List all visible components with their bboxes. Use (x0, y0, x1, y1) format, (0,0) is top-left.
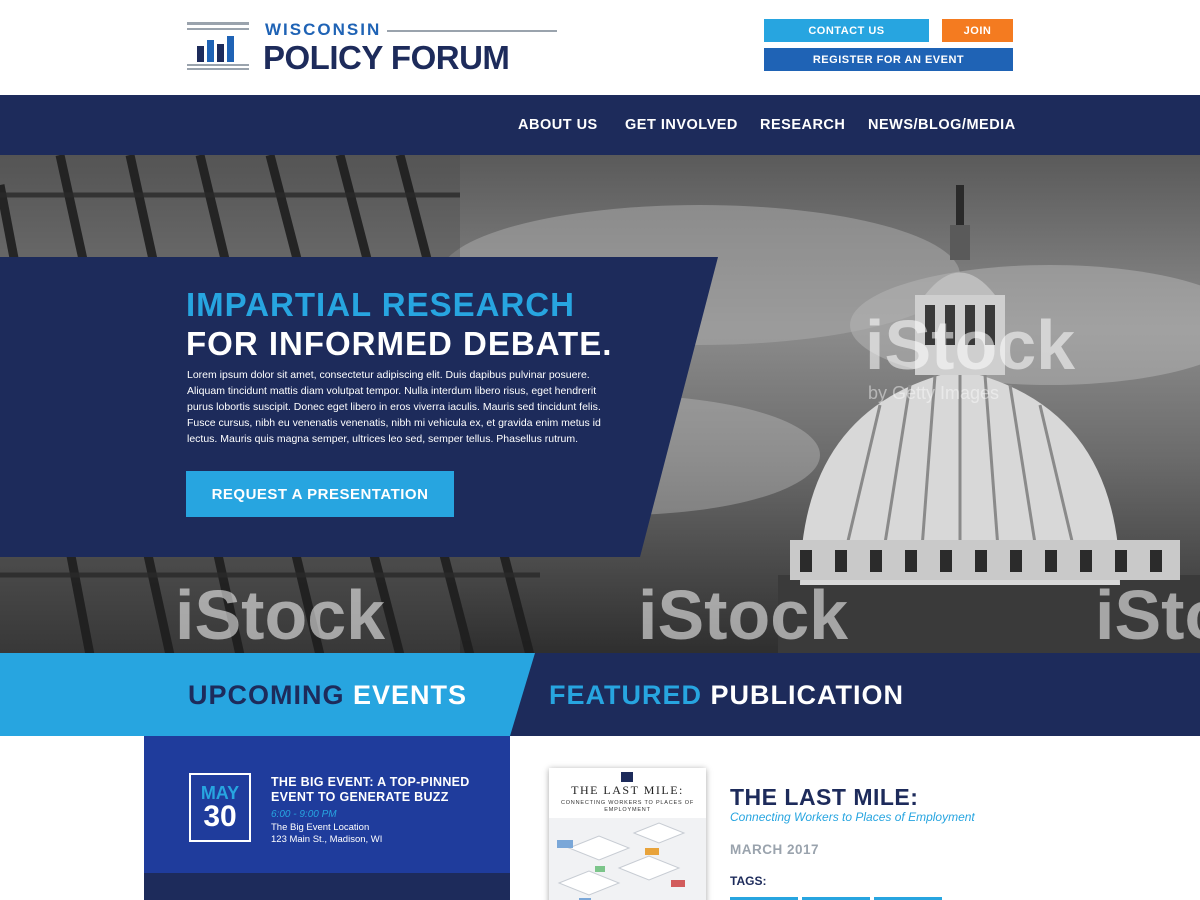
watermark-text: iStock (175, 576, 386, 654)
event-location-name: The Big Event Location (271, 822, 370, 833)
nav-about-us[interactable]: ABOUT US (518, 117, 598, 133)
featured-publication-heading: FEATURED PUBLICATION (549, 680, 904, 711)
upcoming-events-heading: UPCOMING EVENTS (188, 680, 467, 711)
logo-divider (387, 30, 557, 32)
publication-tags-label: TAGS: (730, 874, 767, 888)
watermark-text: iStock (1095, 576, 1200, 654)
event-day: 30 (203, 800, 237, 833)
cover-subtitle: CONNECTING WORKERS TO PLACES OF EMPLOYME… (560, 800, 695, 813)
watermark-text: iStock (865, 306, 1076, 384)
hero-headline-line2: FOR INFORMED DEBATE. (186, 325, 613, 362)
publication-subtitle: Connecting Workers to Places of Employme… (730, 810, 975, 824)
nav-research[interactable]: RESEARCH (760, 117, 845, 133)
hero-headline-line1: IMPARTIAL RESEARCH (186, 286, 575, 323)
events-panel-footer (144, 873, 510, 900)
heading-word-upcoming: UPCOMING (188, 680, 345, 710)
nav-news-blog-media[interactable]: NEWS/BLOG/MEDIA (868, 117, 1016, 133)
main-nav: ABOUT US GET INVOLVED RESEARCH NEWS/BLOG… (0, 95, 1200, 155)
request-presentation-button[interactable]: REQUEST A PRESENTATION (186, 471, 454, 517)
event-location: The Big Event Location 123 Main St., Mad… (271, 822, 382, 846)
event-time: 6:00 - 9:00 PM (271, 809, 337, 820)
publication-date: MARCH 2017 (730, 842, 820, 857)
watermark-subtext: by Getty Images (868, 383, 1000, 403)
event-date-badge: MAY 30 (189, 773, 251, 842)
contact-us-button[interactable]: CONTACT US (764, 19, 929, 42)
event-address: 123 Main St., Madison, WI (271, 834, 383, 845)
logo-text-top: WISCONSIN (265, 20, 382, 39)
publication-cover-image[interactable]: THE LAST MILE: CONNECTING WORKERS TO PLA… (549, 768, 706, 900)
logo-text-bottom: POLICY FORUM (263, 39, 510, 76)
nav-get-involved[interactable]: GET INVOLVED (625, 117, 738, 133)
register-event-button[interactable]: REGISTER FOR AN EVENT (764, 48, 1013, 71)
heading-word-featured: FEATURED (549, 680, 702, 710)
bar-chart-logo-icon (187, 22, 249, 70)
publication-title-link[interactable]: THE LAST MILE: (730, 784, 918, 811)
hero-body-text: Lorem ipsum dolor sit amet, consectetur … (187, 369, 601, 445)
join-button[interactable]: JOIN (942, 19, 1013, 42)
cover-illustration (549, 818, 706, 900)
site-logo[interactable]: WISCONSIN POLICY FORUM (187, 18, 559, 76)
event-title-link[interactable]: THE BIG EVENT: A TOP-PINNED EVENT TO GEN… (271, 775, 496, 805)
cover-title: THE LAST MILE: (571, 783, 684, 797)
watermark-text: iStock (638, 576, 849, 654)
cover-logo-icon (621, 772, 633, 782)
site-header: WISCONSIN POLICY FORUM CONTACT US JOIN R… (0, 0, 1200, 95)
heading-word-publication: PUBLICATION (710, 680, 905, 710)
heading-word-events: EVENTS (353, 680, 468, 710)
